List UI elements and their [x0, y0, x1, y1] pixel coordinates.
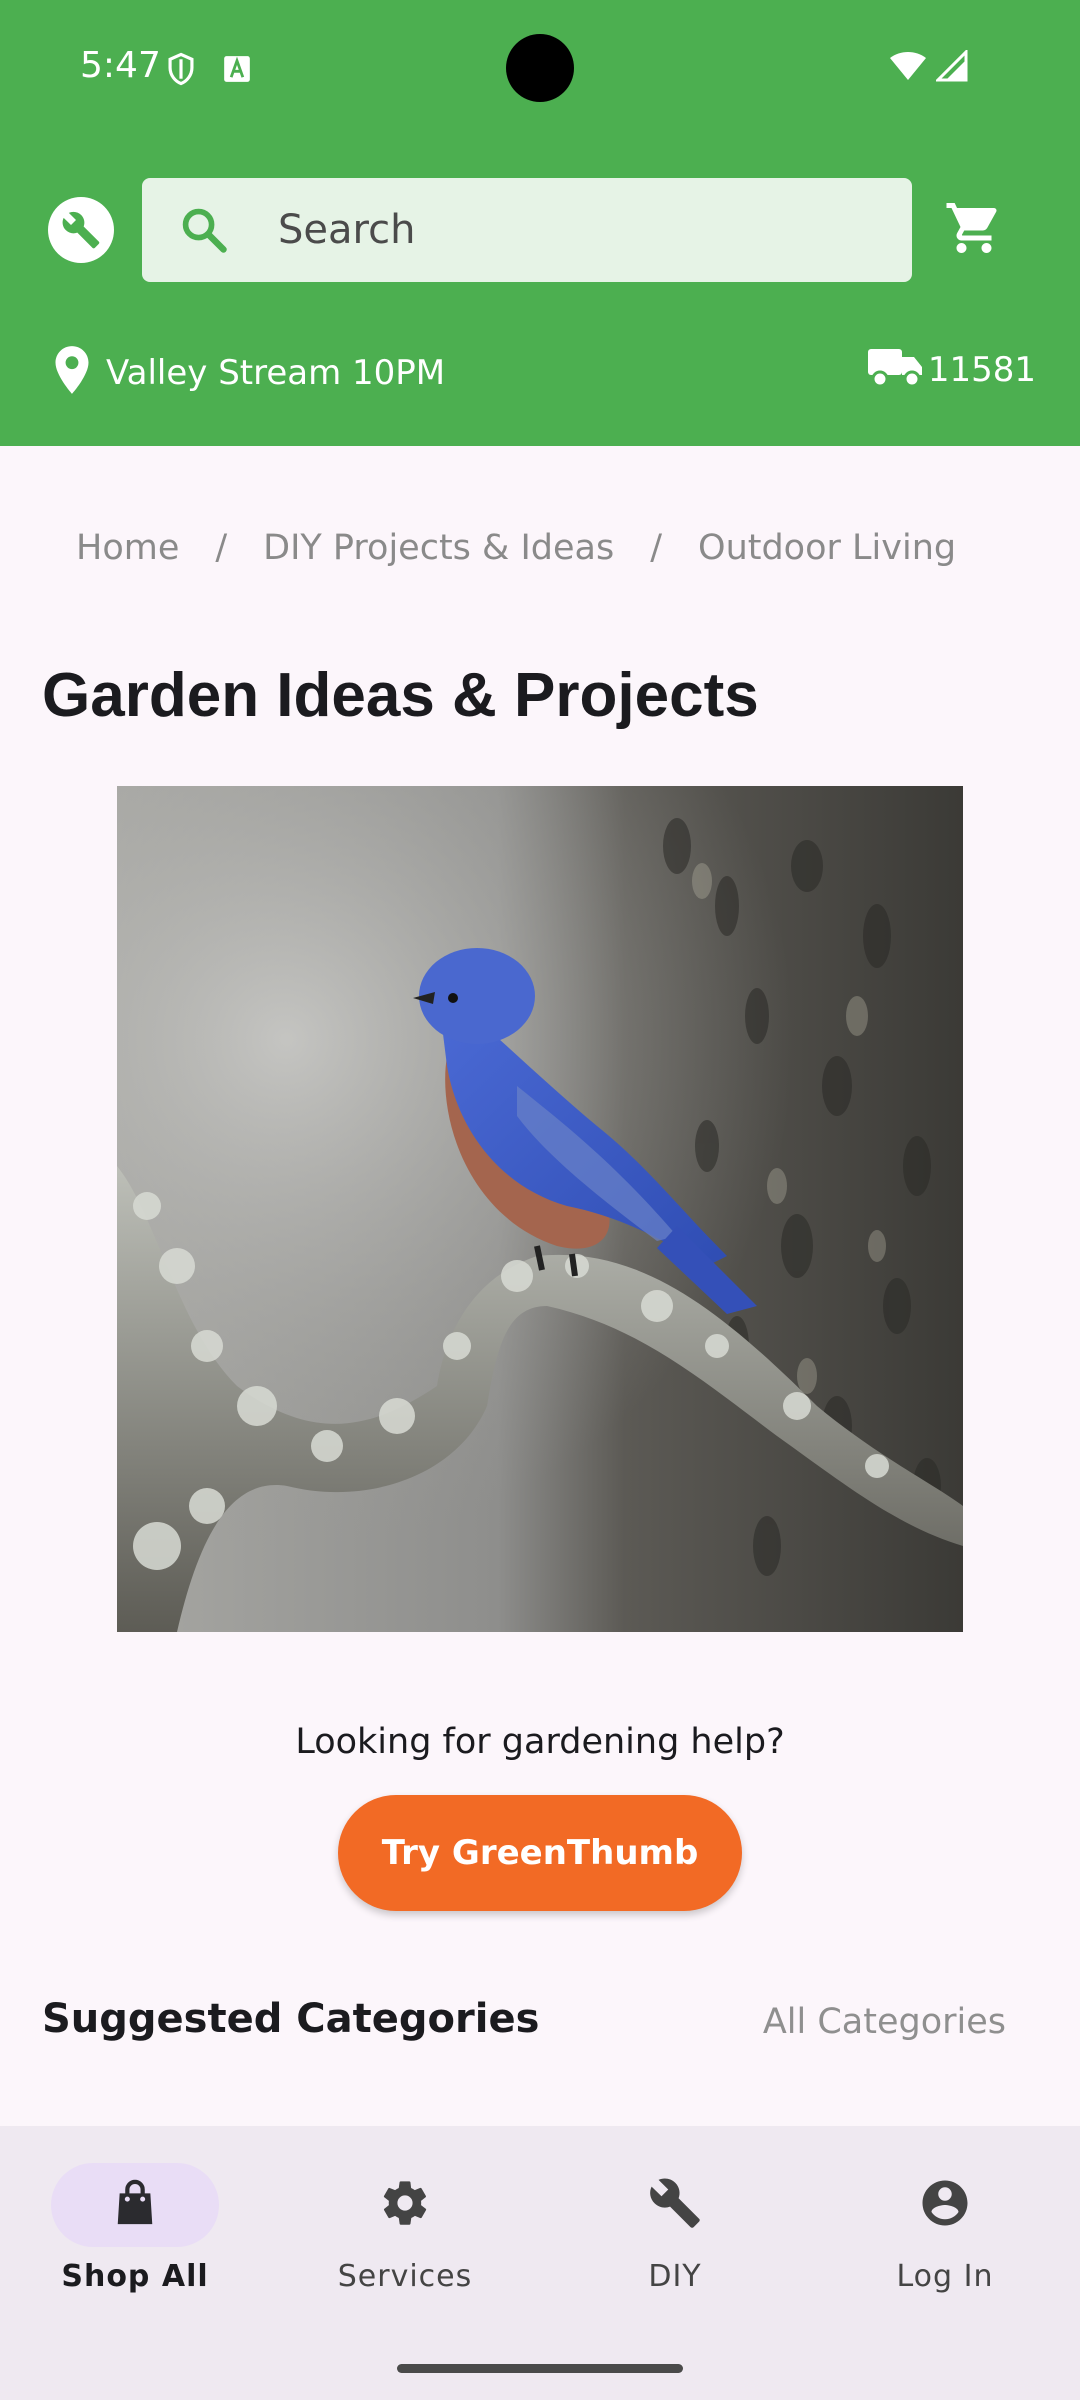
- signal-icon: [934, 48, 968, 87]
- wrench-icon: [648, 2176, 702, 2235]
- nav-label: DIY: [648, 2259, 702, 2294]
- status-bar: 5:47: [0, 0, 1080, 136]
- breadcrumb-home[interactable]: Home: [76, 528, 179, 568]
- breadcrumb: Home / DIY Projects & Ideas / Outdoor Li…: [76, 528, 956, 568]
- help-text: Looking for gardening help?: [295, 1722, 785, 1762]
- search-bar[interactable]: [142, 178, 912, 282]
- font-icon: [223, 55, 251, 88]
- nav-icon-wrapper: [591, 2163, 759, 2247]
- app-header: 5:47 Valley Stream 10PM: [0, 0, 1080, 446]
- nav-log-in[interactable]: Log In: [810, 2126, 1080, 2326]
- page-title: Garden Ideas & Projects: [42, 661, 759, 730]
- location-text: Valley Stream 10PM: [106, 352, 446, 393]
- bottom-navigation: Shop All Services DIY Log In: [0, 2126, 1080, 2400]
- breadcrumb-separator: /: [650, 528, 663, 568]
- logo-wrench-icon[interactable]: [48, 197, 114, 263]
- cart-icon[interactable]: [944, 198, 1004, 263]
- nav-label: Services: [337, 2259, 473, 2294]
- nav-shop-all[interactable]: Shop All: [0, 2126, 270, 2326]
- store-location[interactable]: Valley Stream 10PM: [50, 344, 445, 401]
- all-categories-link[interactable]: All Categories: [763, 2002, 1006, 2042]
- search-input[interactable]: [278, 178, 878, 282]
- truck-icon: [866, 344, 926, 395]
- nav-active-indicator: [51, 2163, 219, 2247]
- gear-icon: [379, 2177, 431, 2234]
- account-icon: [918, 2176, 972, 2235]
- nav-diy[interactable]: DIY: [540, 2126, 810, 2326]
- nav-icon-wrapper: [861, 2163, 1029, 2247]
- location-pin-icon: [50, 344, 94, 401]
- zip-code: 11581: [927, 349, 1036, 390]
- breadcrumb-outdoor-living[interactable]: Outdoor Living: [698, 528, 956, 568]
- home-indicator[interactable]: [397, 2364, 683, 2373]
- shopping-bag-icon: [112, 2178, 158, 2233]
- delivery-zip[interactable]: 11581: [866, 344, 1036, 395]
- wifi-icon: [888, 50, 928, 87]
- try-greenthumb-button[interactable]: Try GreenThumb: [338, 1795, 742, 1911]
- shield-icon: [166, 52, 196, 91]
- nav-label: Shop All: [61, 2259, 209, 2294]
- breadcrumb-separator: /: [215, 528, 228, 568]
- camera-cutout: [506, 34, 574, 102]
- search-icon: [178, 204, 230, 261]
- nav-icon-wrapper: [321, 2163, 489, 2247]
- nav-label: Log In: [896, 2259, 994, 2294]
- nav-services[interactable]: Services: [270, 2126, 540, 2326]
- section-title: Suggested Categories: [42, 1996, 540, 2042]
- breadcrumb-diy-projects[interactable]: DIY Projects & Ideas: [263, 528, 614, 568]
- hero-image: [117, 786, 963, 1632]
- status-time: 5:47: [80, 45, 161, 86]
